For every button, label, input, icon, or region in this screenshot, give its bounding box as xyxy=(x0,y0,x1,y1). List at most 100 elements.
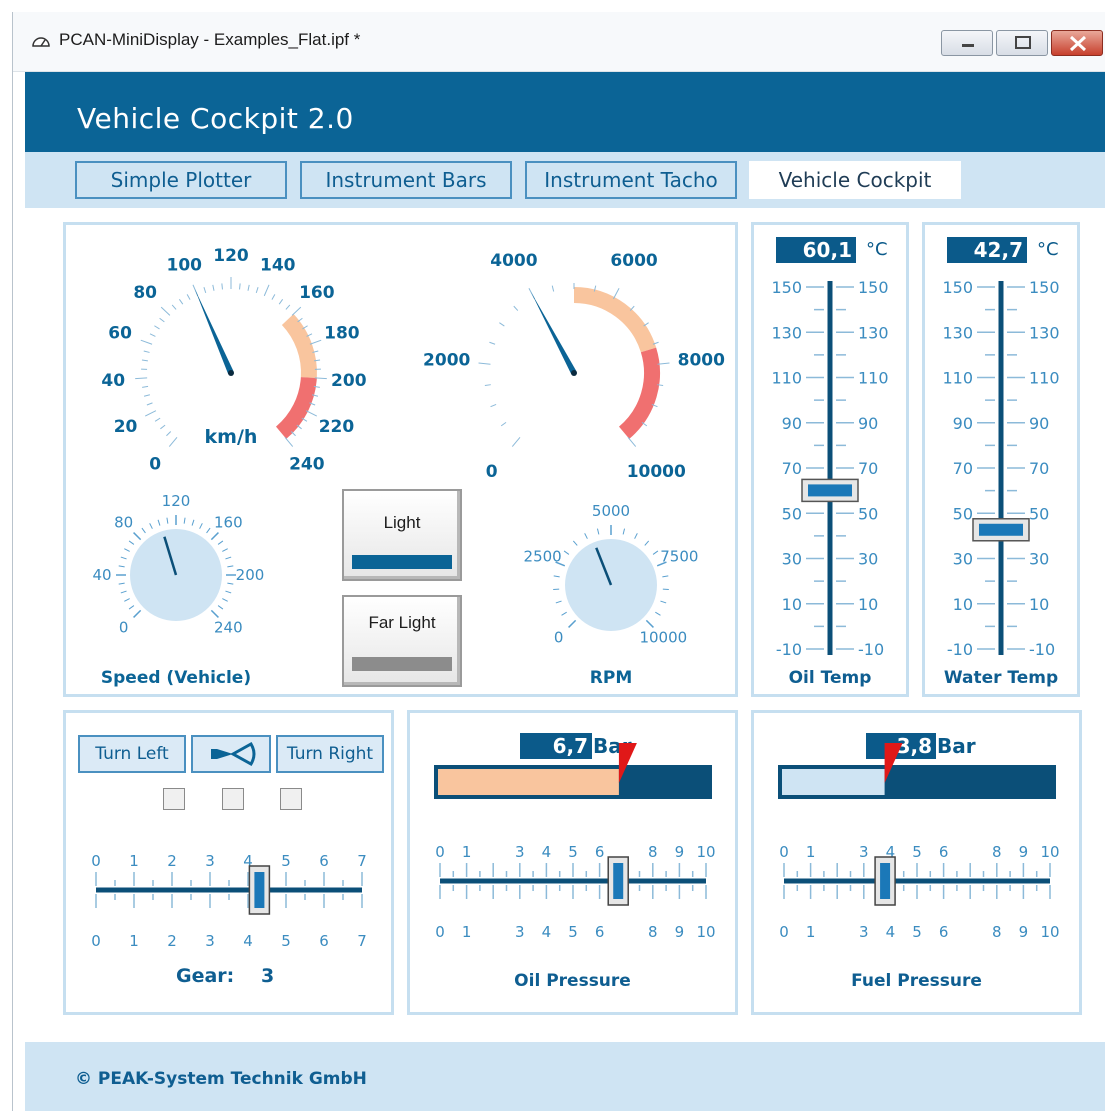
rpm-small-tick xyxy=(655,611,661,616)
fuel-pressure-gauge: 00113344556688991010 xyxy=(778,743,1060,941)
speed-small-tick-label: 160 xyxy=(214,514,243,532)
tachometer-tick xyxy=(551,285,555,292)
maximize-icon xyxy=(1015,36,1031,49)
turn-right-checkbox[interactable] xyxy=(280,788,302,810)
oil-temp-slider-fill xyxy=(808,484,852,497)
footer-copyright: © PEAK-System Technik GmbH xyxy=(75,1069,367,1089)
water-temp-unit: °C xyxy=(1037,239,1059,260)
rpm-small-tick xyxy=(555,600,562,604)
oil-pressure-tick-label: 1 xyxy=(462,923,472,941)
water-temp-readout: 42,7 xyxy=(947,237,1027,263)
speedometer-needle xyxy=(194,288,234,375)
oil-pressure-tick-label: 6 xyxy=(595,923,605,941)
speedometer-tick xyxy=(154,417,161,422)
oil-pressure-tick-label: 9 xyxy=(675,923,685,941)
fuel-pressure-tick-label: 5 xyxy=(912,843,922,861)
speed-small-tick xyxy=(183,517,186,524)
oil-pressure-tick-label: 10 xyxy=(696,923,715,941)
water-temp-slider-fill xyxy=(979,523,1023,536)
turn-left-checkbox[interactable] xyxy=(163,788,185,810)
speed-small-tick xyxy=(133,532,142,541)
horn-checkbox[interactable] xyxy=(222,788,244,810)
speed-small-tick xyxy=(120,590,127,594)
far-light-button[interactable]: Far Light xyxy=(342,595,462,687)
gear-tick-label: 5 xyxy=(281,852,291,870)
turn-left-button[interactable]: Turn Left xyxy=(78,735,186,773)
speed-small-tick xyxy=(141,527,146,534)
speed-small-tick xyxy=(210,532,219,541)
oil-temp-tick-label: 130 xyxy=(858,323,889,342)
speedometer-tick xyxy=(142,385,149,388)
gauge-icon xyxy=(32,37,50,47)
rpm-small-tick xyxy=(561,611,567,616)
oil-pressure-tick-label: 3 xyxy=(515,923,525,941)
speed-small-tick xyxy=(199,523,203,529)
speedometer-tick xyxy=(141,359,148,362)
light-button[interactable]: Light xyxy=(342,489,462,581)
fuel-pressure-tick-label: 3 xyxy=(859,843,869,861)
tab-instrument-tacho[interactable]: Instrument Tacho xyxy=(525,161,737,199)
horn-icon xyxy=(211,741,256,767)
water-temp-tick-label: 50 xyxy=(953,504,973,523)
speedometer-tick-label: 240 xyxy=(289,454,325,474)
fuel-pressure-tick-label: 9 xyxy=(1019,923,1029,941)
speed-small-tick-label: 0 xyxy=(119,618,129,636)
tab-instrument-bars[interactable]: Instrument Bars xyxy=(300,161,512,199)
minimize-button[interactable] xyxy=(941,30,993,56)
oil-temp-tick-label: 50 xyxy=(782,504,802,523)
gear-tick-label: 2 xyxy=(167,852,177,870)
tab-vehicle-cockpit[interactable]: Vehicle Cockpit xyxy=(749,161,961,199)
tachometer-band-1 xyxy=(618,347,660,439)
speed-small-tick xyxy=(225,556,232,560)
fuel-pressure-tick-label: 6 xyxy=(939,843,949,861)
speedometer-tick xyxy=(255,287,259,294)
fuel-pressure-tick-label: 4 xyxy=(886,923,896,941)
fuel-pressure-tick-label: 5 xyxy=(912,923,922,941)
oil-temp-tick-label: 50 xyxy=(858,504,878,523)
water-temp-tick-label: 90 xyxy=(1029,414,1049,433)
speedometer-tick xyxy=(143,350,150,353)
oil-pressure-label: Oil Pressure xyxy=(514,971,631,991)
water-temp-label: Water Temp xyxy=(943,668,1059,688)
oil-pressure-tick-label: 8 xyxy=(648,923,658,941)
tachometer-tick xyxy=(513,305,519,311)
rpm-small-tick xyxy=(644,540,650,546)
tachometer-tick xyxy=(627,437,637,447)
speedometer-tick xyxy=(146,402,153,406)
oil-temp-tick-label: 10 xyxy=(782,595,802,614)
fuel-pressure-thumb-fill xyxy=(880,863,891,899)
oil-temp-tick-label: 150 xyxy=(858,278,889,297)
water-temp-tick-label: -10 xyxy=(947,640,973,659)
speed-small-tick xyxy=(157,519,161,526)
speed-small-tick xyxy=(206,527,211,534)
light-indicator xyxy=(352,555,452,569)
speedometer-tick xyxy=(247,284,250,291)
turn-right-button[interactable]: Turn Right xyxy=(276,735,384,773)
speed-small-tick xyxy=(191,519,195,526)
tachometer-tick-label: 4000 xyxy=(490,251,537,271)
oil-temp-label: Oil Temp xyxy=(788,668,872,688)
speedometer-tick-label: 200 xyxy=(331,371,367,391)
minimize-icon xyxy=(962,44,974,47)
speed-small-tick-label: 200 xyxy=(236,566,265,584)
horn-button[interactable] xyxy=(191,735,271,773)
speedometer-tick xyxy=(203,287,207,294)
far-light-indicator xyxy=(352,657,452,671)
maximize-button[interactable] xyxy=(996,30,1048,56)
gear-tick-label: 3 xyxy=(205,932,215,950)
rpm-small-tick xyxy=(568,619,577,628)
tab-simple-plotter[interactable]: Simple Plotter xyxy=(75,161,287,199)
speedometer-tick xyxy=(168,437,178,447)
far-light-button-label: Far Light xyxy=(368,613,436,632)
speedometer-tick xyxy=(143,394,150,397)
gear-tick-label: 1 xyxy=(129,932,139,950)
close-button[interactable] xyxy=(1051,30,1103,56)
speed-small-tick-label: 240 xyxy=(214,618,243,636)
water-temp-tick-label: 90 xyxy=(953,414,973,433)
speedometer-tick-label: 140 xyxy=(260,256,296,276)
oil-temp-tick-label: 30 xyxy=(858,550,878,569)
water-temp-tick-label: 70 xyxy=(1029,459,1049,478)
speedometer-tick xyxy=(159,317,165,323)
oil-temp-tick-label: 130 xyxy=(771,323,802,342)
oil-pressure-tick-label: 8 xyxy=(648,843,658,861)
